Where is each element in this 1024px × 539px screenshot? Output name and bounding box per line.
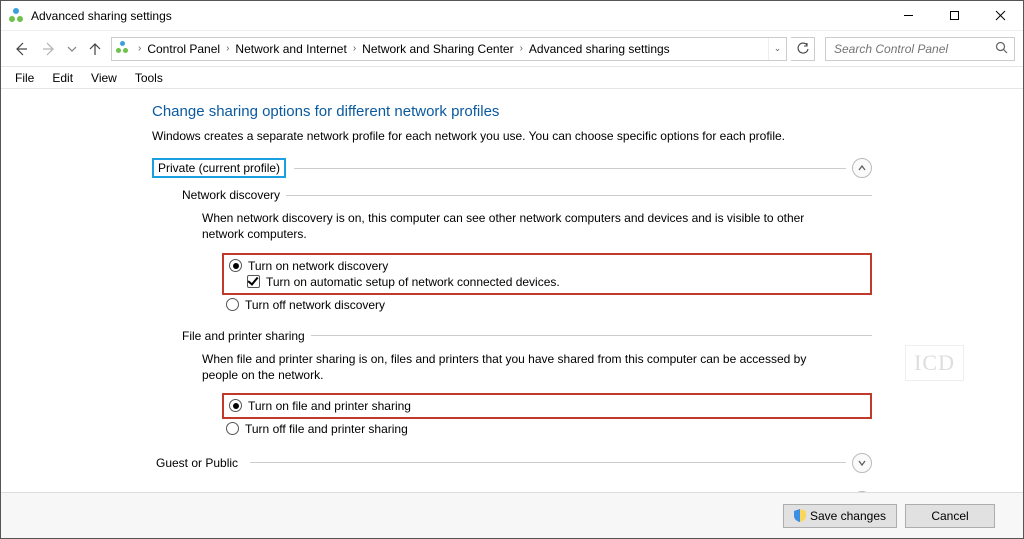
search-box[interactable]	[825, 37, 1015, 61]
group-description: When file and printer sharing is on, fil…	[202, 351, 842, 383]
maximize-button[interactable]	[931, 1, 977, 30]
forward-button[interactable]	[37, 37, 61, 61]
radio-icon	[226, 298, 239, 311]
profile-guest-header[interactable]: Guest or Public	[152, 453, 872, 473]
back-button[interactable]	[9, 37, 33, 61]
profile-all-header[interactable]: All Networks	[152, 491, 872, 492]
breadcrumb-item[interactable]: Control Panel	[143, 38, 224, 60]
breadcrumb-item[interactable]: Network and Sharing Center	[358, 38, 517, 60]
collapse-button[interactable]	[852, 158, 872, 178]
breadcrumb-dropdown[interactable]: ⌄	[768, 38, 786, 60]
minimize-button[interactable]	[885, 1, 931, 30]
menubar: File Edit View Tools	[1, 67, 1023, 89]
radio-file-printer-on[interactable]: Turn on file and printer sharing	[229, 398, 865, 414]
menu-edit[interactable]: Edit	[44, 69, 81, 87]
group-title: File and printer sharing	[182, 329, 311, 343]
menu-view[interactable]: View	[83, 69, 125, 87]
file-printer-on-box: Turn on file and printer sharing	[222, 393, 872, 419]
menu-tools[interactable]: Tools	[127, 69, 171, 87]
save-changes-button[interactable]: Save changes	[783, 504, 897, 528]
option-label: Turn on network discovery	[248, 259, 388, 273]
content-area: Change sharing options for different net…	[1, 89, 1023, 492]
radio-network-discovery-on[interactable]: Turn on network discovery	[229, 258, 865, 274]
checkbox-icon	[247, 275, 260, 288]
checkbox-auto-setup[interactable]: Turn on automatic setup of network conne…	[247, 274, 865, 290]
cancel-button[interactable]: Cancel	[905, 504, 995, 528]
breadcrumb[interactable]: › Control Panel › Network and Internet ›…	[111, 37, 787, 61]
shield-icon	[794, 509, 806, 522]
radio-network-discovery-off[interactable]: Turn off network discovery	[226, 297, 868, 313]
radio-icon	[229, 399, 242, 412]
radio-icon	[226, 422, 239, 435]
window-title: Advanced sharing settings	[31, 9, 885, 23]
option-label: Turn on automatic setup of network conne…	[266, 275, 560, 289]
network-discovery-group: Network discovery When network discovery…	[182, 188, 872, 314]
address-bar: › Control Panel › Network and Internet ›…	[1, 31, 1023, 67]
option-label: Turn off network discovery	[245, 298, 385, 312]
expand-button[interactable]	[852, 453, 872, 473]
button-label: Save changes	[810, 509, 886, 523]
location-icon	[116, 41, 132, 57]
refresh-button[interactable]	[791, 37, 815, 61]
app-icon	[9, 8, 25, 24]
radio-file-printer-off[interactable]: Turn off file and printer sharing	[226, 421, 868, 437]
expand-button[interactable]	[852, 491, 872, 492]
option-label: Turn on file and printer sharing	[248, 399, 411, 413]
radio-icon	[229, 259, 242, 272]
search-icon[interactable]	[995, 41, 1008, 57]
menu-file[interactable]: File	[7, 69, 42, 87]
profile-guest-label: Guest or Public	[152, 455, 242, 471]
group-description: When network discovery is on, this compu…	[202, 210, 842, 242]
chevron-right-icon[interactable]: ›	[136, 43, 143, 54]
profile-private-header[interactable]: Private (current profile)	[152, 158, 872, 178]
close-button[interactable]	[977, 1, 1023, 30]
page-description: Windows creates a separate network profi…	[152, 128, 872, 144]
network-discovery-on-box: Turn on network discovery Turn on automa…	[222, 253, 872, 295]
group-title: Network discovery	[182, 188, 286, 202]
page-title: Change sharing options for different net…	[152, 103, 872, 120]
window-controls	[885, 1, 1023, 30]
recent-locations-button[interactable]	[65, 37, 79, 61]
breadcrumb-item[interactable]: Advanced sharing settings	[525, 38, 674, 60]
option-label: Turn off file and printer sharing	[245, 422, 408, 436]
profile-private-label: Private (current profile)	[152, 158, 286, 178]
search-input[interactable]	[832, 41, 995, 57]
chevron-right-icon[interactable]: ›	[224, 43, 231, 54]
chevron-right-icon[interactable]: ›	[351, 43, 358, 54]
breadcrumb-item[interactable]: Network and Internet	[231, 38, 350, 60]
chevron-right-icon[interactable]: ›	[518, 43, 525, 54]
titlebar: Advanced sharing settings	[1, 1, 1023, 31]
footer: Save changes Cancel	[1, 492, 1023, 538]
button-label: Cancel	[931, 509, 968, 523]
file-printer-sharing-group: File and printer sharing When file and p…	[182, 329, 872, 439]
up-button[interactable]	[83, 37, 107, 61]
